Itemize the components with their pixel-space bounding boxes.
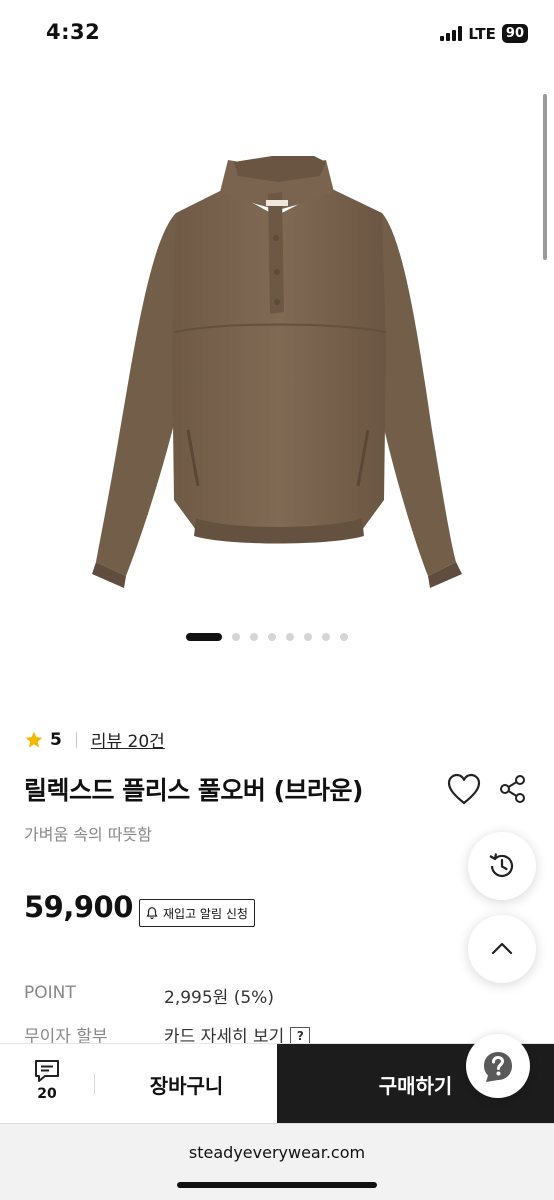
status-bar: 4:32 LTE 90 xyxy=(0,0,554,64)
network-type: LTE xyxy=(468,24,496,43)
carousel-dot[interactable] xyxy=(186,633,222,641)
product-image[interactable] xyxy=(0,100,554,620)
product-price: 59,900 xyxy=(24,890,133,924)
help-chat-button[interactable] xyxy=(466,1034,530,1098)
carousel-dot[interactable] xyxy=(232,633,240,641)
scroll-to-top-button[interactable] xyxy=(468,915,536,983)
product-title: 릴렉스드 플리스 풀오버 (브라운) xyxy=(24,776,363,805)
review-count-link[interactable]: 리뷰 20건 xyxy=(91,727,165,752)
rating-value: 5 xyxy=(50,729,62,750)
restock-alert-button[interactable]: 재입고 알림 신청 xyxy=(139,899,255,927)
image-carousel-indicator[interactable] xyxy=(186,633,348,641)
share-icon[interactable] xyxy=(496,772,530,806)
url-text[interactable]: steadyeverywear.com xyxy=(0,1143,554,1162)
point-value: 2,995원 (5%) xyxy=(164,988,274,1008)
carousel-dot[interactable] xyxy=(250,633,258,641)
chevron-up-icon xyxy=(491,942,513,955)
restock-alert-label: 재입고 알림 신청 xyxy=(163,906,248,921)
star-icon xyxy=(25,731,43,747)
browser-address-bar[interactable]: steadyeverywear.com xyxy=(0,1123,554,1200)
home-indicator[interactable] xyxy=(177,1182,377,1188)
carousel-dot[interactable] xyxy=(268,633,276,641)
battery-icon: 90 xyxy=(501,24,528,43)
carousel-dot[interactable] xyxy=(304,633,312,641)
recent-history-button[interactable] xyxy=(468,832,536,900)
chat-button[interactable]: 20 xyxy=(18,1058,76,1114)
fleece-pullover-illustration xyxy=(92,156,462,588)
rating-row: 5 리뷰 20건 xyxy=(24,727,165,752)
heart-icon[interactable] xyxy=(446,772,482,806)
product-subtitle: 가벼움 속의 따뜻함 xyxy=(24,825,152,844)
status-indicators: LTE 90 xyxy=(440,24,528,43)
status-time: 4:32 xyxy=(46,20,101,44)
history-icon xyxy=(489,853,514,878)
divider xyxy=(75,731,77,748)
carousel-dot[interactable] xyxy=(340,633,348,641)
point-label: POINT xyxy=(24,983,76,1003)
add-to-cart-button[interactable]: 장바구니 xyxy=(96,1044,277,1124)
question-icon xyxy=(484,1052,512,1082)
chat-icon xyxy=(35,1060,59,1082)
signal-icon xyxy=(440,26,463,41)
carousel-dot[interactable] xyxy=(286,633,294,641)
bell-icon xyxy=(146,907,158,920)
carousel-dot[interactable] xyxy=(322,633,330,641)
chat-count: 20 xyxy=(37,1086,57,1102)
divider xyxy=(94,1074,95,1094)
